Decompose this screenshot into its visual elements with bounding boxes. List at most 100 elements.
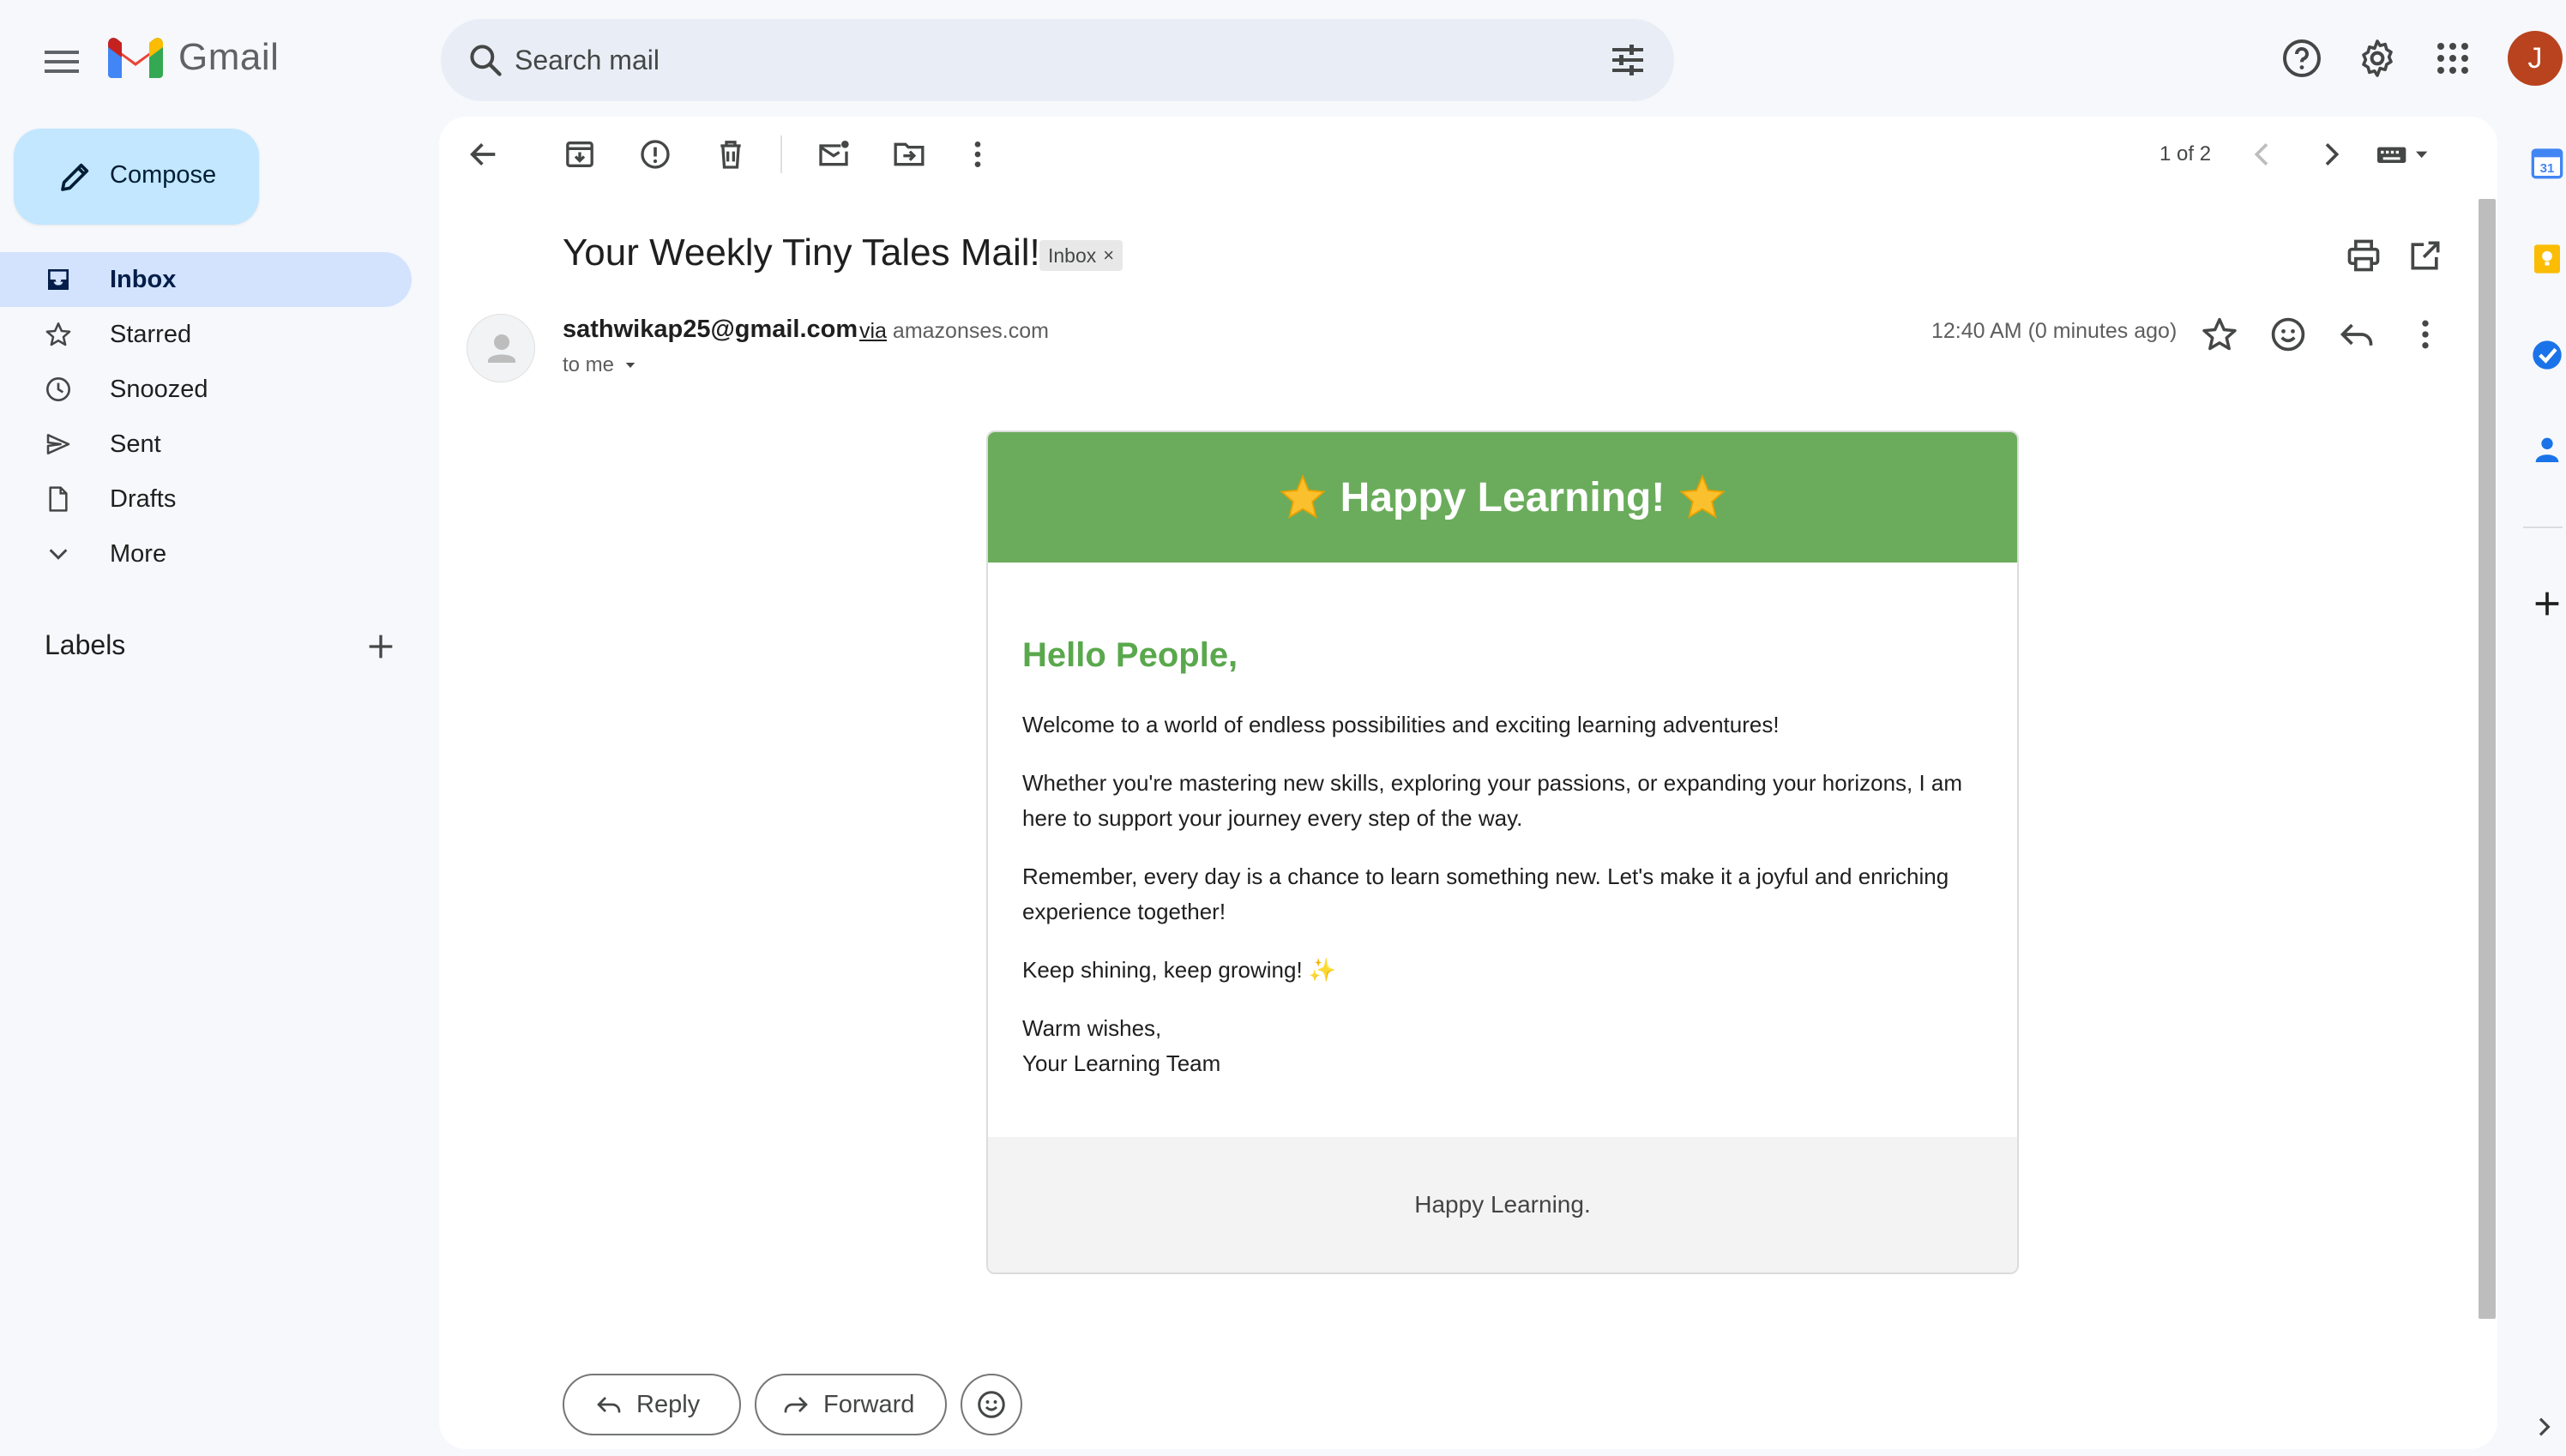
email-footer: Happy Learning. <box>988 1137 2017 1272</box>
sender-via: via amazonses.com <box>859 319 1049 344</box>
sender-email[interactable]: sathwikap25@gmail.com <box>563 316 858 344</box>
sidebar-item-label: More <box>110 540 167 568</box>
compose-label: Compose <box>110 161 217 189</box>
inbox-icon <box>48 269 69 290</box>
reply-arrow-icon <box>597 1397 621 1413</box>
apps-grid-icon[interactable] <box>2432 38 2473 79</box>
forward-button[interactable]: Forward <box>755 1374 947 1435</box>
gmail-m-icon <box>108 38 163 78</box>
chevron-down-icon <box>49 549 68 560</box>
back-arrow-icon[interactable] <box>467 137 501 171</box>
send-icon <box>46 434 70 454</box>
more-options-icon[interactable] <box>961 137 995 171</box>
forward-arrow-icon <box>784 1397 808 1413</box>
search-icon[interactable] <box>467 41 504 79</box>
recipients-toggle[interactable]: to me <box>563 353 638 377</box>
email-signoff: Warm wishes, <box>1022 1015 1162 1041</box>
draft-icon <box>49 486 68 512</box>
search-bar[interactable] <box>441 19 1674 101</box>
keep-notes-icon[interactable] <box>2530 242 2564 276</box>
email-greeting: Hello People, <box>1022 636 1238 674</box>
sidebar-item-label: Inbox <box>110 266 177 293</box>
main-menu-icon[interactable] <box>34 34 89 89</box>
email-banner: Happy Learning! <box>988 432 2017 563</box>
older-chevron-right-icon[interactable] <box>2314 137 2348 171</box>
report-spam-icon[interactable] <box>638 137 672 171</box>
toolbar-divider <box>780 135 782 173</box>
emoji-react-button[interactable] <box>961 1374 1022 1435</box>
input-tools-keyboard-icon[interactable] <box>2376 137 2430 171</box>
account-avatar[interactable]: J <box>2508 31 2563 86</box>
add-label-icon[interactable] <box>364 629 398 664</box>
gmail-logo[interactable]: Gmail <box>108 36 279 79</box>
chip-label: Inbox <box>1048 244 1097 267</box>
contacts-icon[interactable] <box>2530 432 2564 466</box>
sidebar-item-starred[interactable]: Starred <box>0 307 412 362</box>
email-paragraph: Welcome to a world of endless possibilit… <box>1022 712 1780 737</box>
message-subject: Your Weekly Tiny Tales Mail! <box>563 232 1040 274</box>
caret-down-icon <box>625 363 635 368</box>
open-new-window-icon[interactable] <box>2406 237 2444 274</box>
mark-unread-icon[interactable] <box>816 137 851 171</box>
star-icon <box>45 322 71 346</box>
email-content: Hello People, Welcome to a world of endl… <box>1022 636 1991 1081</box>
sidebar-item-label: Snoozed <box>110 376 208 403</box>
banner-title: Happy Learning! <box>1340 474 1665 520</box>
pencil-icon <box>61 163 89 191</box>
glowing-star-icon <box>1679 474 1726 519</box>
sidebar-item-label: Sent <box>110 430 161 458</box>
tasks-icon[interactable] <box>2530 338 2564 372</box>
via-domain: amazonses.com <box>892 319 1049 343</box>
sender-avatar[interactable] <box>467 314 535 382</box>
glowing-star-icon <box>1279 474 1326 519</box>
archive-icon[interactable] <box>563 137 597 171</box>
app-name: Gmail <box>178 36 280 78</box>
person-icon <box>488 334 515 363</box>
email-paragraph: Whether you're mastering new skills, exp… <box>1022 770 1963 831</box>
move-to-folder-icon[interactable] <box>892 137 926 171</box>
email-body-card: Happy Learning! Hello People, Welcome to… <box>986 430 2019 1274</box>
compose-button[interactable]: Compose <box>14 129 259 225</box>
clock-icon <box>46 377 70 401</box>
sidebar-item-more[interactable]: More <box>0 526 412 581</box>
sidebar-item-snoozed[interactable]: Snoozed <box>0 362 412 417</box>
email-signature: Your Learning Team <box>1022 1050 1221 1076</box>
email-paragraph: Keep shining, keep growing! ✨ <box>1022 957 1337 983</box>
message-scrollbar[interactable] <box>2479 199 2496 1319</box>
reply-label: Reply <box>636 1390 701 1418</box>
sidebar-item-label: Starred <box>110 321 192 348</box>
newer-chevron-left-icon[interactable] <box>2245 137 2280 171</box>
settings-gear-icon[interactable] <box>2357 38 2398 79</box>
help-icon[interactable] <box>2281 38 2322 79</box>
reply-icon[interactable] <box>2338 316 2376 353</box>
message-more-icon[interactable] <box>2406 316 2444 353</box>
sidebar-item-inbox[interactable]: Inbox <box>0 252 412 307</box>
sidebar-nav: Inbox Starred Snoozed Sent Drafts More <box>0 252 412 581</box>
calendar-day: 31 <box>2540 161 2555 176</box>
pager-text: 1 of 2 <box>2159 142 2212 165</box>
sidebar-item-label: Drafts <box>110 485 177 513</box>
delete-trash-icon[interactable] <box>714 137 748 171</box>
smiley-icon <box>978 1391 1005 1418</box>
inbox-label-chip[interactable]: Inbox × <box>1039 240 1123 271</box>
forward-label: Forward <box>823 1390 915 1418</box>
sidebar-item-drafts[interactable]: Drafts <box>0 472 412 526</box>
search-options-icon[interactable] <box>1607 39 1648 81</box>
print-icon[interactable] <box>2345 237 2382 274</box>
recipients-label: to me <box>563 353 615 376</box>
search-input[interactable] <box>515 36 1544 84</box>
email-paragraph: Remember, every day is a chance to learn… <box>1022 863 1949 924</box>
labels-header: Labels <box>45 629 126 660</box>
remove-label-icon[interactable]: × <box>1103 244 1114 267</box>
calendar-icon[interactable]: 31 <box>2530 146 2564 180</box>
via-link[interactable]: via <box>859 319 887 343</box>
emoji-reaction-icon[interactable] <box>2269 316 2307 353</box>
message-time: 12:40 AM (0 minutes ago) <box>1931 319 2177 343</box>
top-bar: Gmail J <box>0 0 2566 117</box>
add-addon-icon[interactable] <box>2530 587 2564 621</box>
reply-button[interactable]: Reply <box>563 1374 741 1435</box>
star-icon[interactable] <box>2201 316 2238 353</box>
side-panel-divider <box>2523 526 2563 528</box>
sidebar-item-sent[interactable]: Sent <box>0 417 412 472</box>
show-side-panel-chevron-icon[interactable] <box>2530 1413 2557 1441</box>
